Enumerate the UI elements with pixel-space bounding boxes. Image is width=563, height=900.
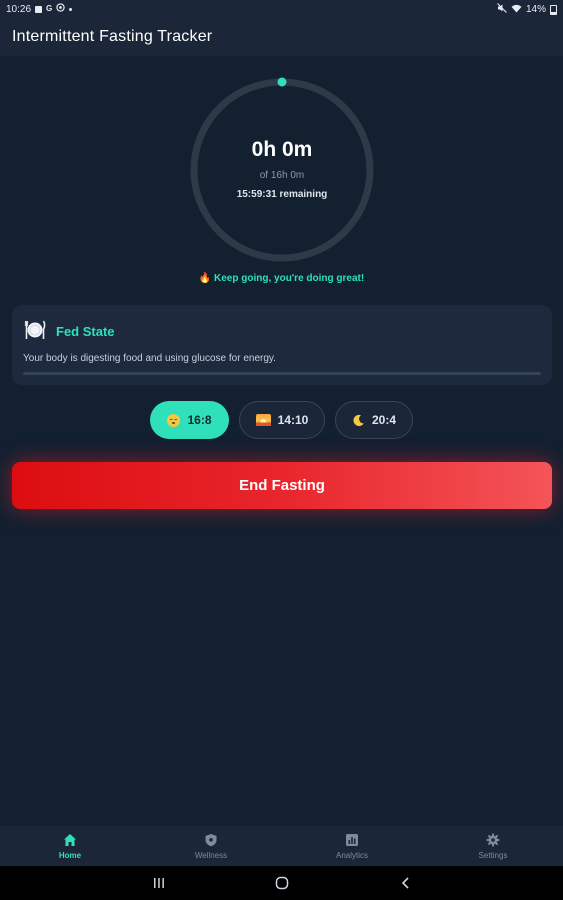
plan-chip-20-4[interactable]: 20:4 (335, 401, 413, 439)
wifi-icon (511, 4, 522, 16)
nav-label-analytics: Analytics (335, 851, 368, 860)
status-right: 14% (497, 3, 557, 16)
sleepy-face-icon (167, 413, 181, 427)
mute-icon (497, 3, 507, 16)
plan-chip-label: 14:10 (277, 413, 309, 427)
sunrise-icon (255, 414, 271, 426)
plan-chip-label: 20:4 (371, 413, 397, 427)
home-circle-icon[interactable] (275, 876, 289, 890)
shield-icon (204, 833, 218, 847)
nav-item-settings[interactable]: Settings (423, 826, 563, 866)
stage-description: Your body is digesting food and using gl… (23, 353, 276, 364)
nav-label-wellness: Wellness (194, 851, 228, 860)
nav-label-home: Home (58, 851, 82, 860)
elapsed-time: 0h 0m (251, 138, 313, 161)
nav-label-settings: Settings (478, 851, 508, 860)
recents-icon[interactable] (152, 876, 166, 890)
progress-ring-knob (277, 77, 287, 87)
system-navigation-bar (0, 866, 563, 900)
back-icon[interactable] (399, 876, 413, 890)
nav-item-home[interactable]: Home (0, 826, 140, 866)
motivation-message: 🔥 Keep going, you're doing great! (198, 273, 365, 284)
notification-dot-icon (69, 7, 73, 11)
gear-icon (486, 833, 500, 847)
stage-progress-bar (23, 372, 541, 375)
status-time: 10:26 (6, 3, 32, 15)
gallery-icon (35, 5, 43, 13)
stage-name: Fed State (56, 324, 115, 339)
fasting-stage-card: Fed State Your body is digesting food an… (12, 305, 552, 385)
app-title: Intermittent Fasting Tracker (12, 28, 213, 45)
plan-chip-14-10[interactable]: 14:10 (239, 401, 325, 439)
plate-icon (24, 319, 46, 341)
google-icon: G (46, 4, 53, 13)
battery-icon (550, 4, 557, 15)
nav-item-wellness[interactable]: Wellness (141, 826, 281, 866)
analytics-icon (345, 833, 359, 847)
plan-chip-16-8[interactable]: 16:8 (150, 401, 229, 439)
crescent-moon-icon (352, 414, 365, 427)
status-left: 10:26 G (6, 3, 73, 15)
plan-chip-label: 16:8 (187, 413, 212, 427)
fasting-goal: of 16h 0m (259, 170, 305, 181)
fasting-progress-ring: 0h 0m of 16h 0m 15:59:31 remaining (188, 77, 376, 263)
battery-percent: 14% (525, 4, 546, 15)
home-icon (63, 833, 77, 847)
bottom-navigation: Home Wellness Analytics Settings (0, 826, 563, 866)
nav-item-analytics[interactable]: Analytics (282, 826, 422, 866)
whatsapp-icon (56, 3, 65, 15)
end-fasting-button[interactable]: End Fasting (12, 462, 552, 509)
app-bar: Intermittent Fasting Tracker (0, 18, 563, 56)
app-screen: 10:26 G 14% Intermittent Fasting Tracker (0, 0, 563, 900)
status-bar: 10:26 G 14% (0, 0, 563, 18)
time-remaining: 15:59:31 remaining (236, 189, 328, 200)
